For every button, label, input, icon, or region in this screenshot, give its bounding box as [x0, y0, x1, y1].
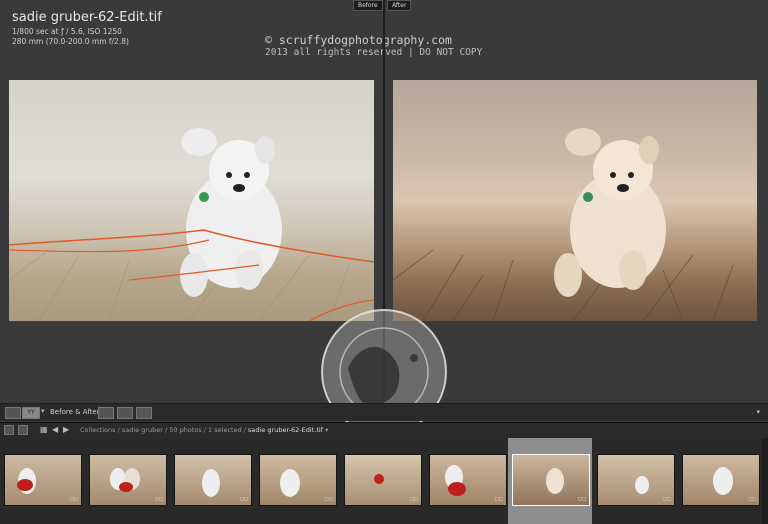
- filmstrip-thumbnail-selected[interactable]: ◻◻: [508, 438, 592, 524]
- compare-toolbar: YY ▾ Before & After : ▾: [0, 403, 768, 421]
- grid-icon[interactable]: ▦: [40, 425, 48, 434]
- filmstrip-thumbnail[interactable]: ◻◻: [678, 438, 762, 524]
- copy-before-to-after-button[interactable]: [98, 407, 114, 419]
- copy-after-to-before-button[interactable]: [117, 407, 133, 419]
- view-mode-chevron-icon[interactable]: ▾: [41, 407, 45, 415]
- toolbar-menu-chevron-icon[interactable]: ▾: [756, 408, 760, 416]
- thumbnail-badges-icon: ◻◻: [324, 496, 333, 502]
- thumbnail-badges-icon: ◻◻: [239, 496, 248, 502]
- forward-arrow-icon[interactable]: ▶: [63, 425, 69, 434]
- back-arrow-icon[interactable]: ◀: [52, 425, 58, 434]
- after-photo: [393, 80, 757, 321]
- filmstrip-header: ▦ ◀ ▶ Collections / sadie gruber / 50 ph…: [0, 422, 768, 438]
- swap-before-after-button[interactable]: [136, 407, 152, 419]
- breadcrumb-path: Collections / sadie gruber / 50 photos /…: [80, 426, 246, 434]
- before-after-view-button[interactable]: YY: [22, 407, 40, 419]
- thumbnail-badges-icon: ◻◻: [154, 496, 163, 502]
- lens-info: 280 mm (70.0-200.0 mm f/2.8): [12, 37, 129, 46]
- thumbnail-badges-icon: ◻◻: [747, 496, 756, 502]
- watermark-notice: 2013 all rights reserved | DO NOT COPY: [265, 47, 483, 58]
- thumbnail-badges-icon: ◻◻: [69, 496, 78, 502]
- filmstrip-thumbnail[interactable]: ◻◻: [425, 438, 509, 524]
- before-label: Before: [353, 0, 383, 11]
- screen-two-button[interactable]: [18, 425, 28, 435]
- exposure-info: 1/800 sec at ƒ / 5.6, ISO 1250: [12, 27, 122, 36]
- thumbnail-badges-icon: ◻◻: [577, 496, 586, 502]
- before-photo: [9, 80, 374, 321]
- filmstrip-scrollbar[interactable]: [762, 438, 768, 524]
- filmstrip: ◻◻ ◻◻ ◻◻ ◻◻ ◻◻ ◻◻ ◻◻ ◻◻ ◻◻: [0, 438, 768, 524]
- filmstrip-thumbnail[interactable]: ◻◻: [85, 438, 169, 524]
- filmstrip-thumbnail[interactable]: ◻◻: [340, 438, 424, 524]
- loupe-view-button[interactable]: [5, 407, 21, 419]
- breadcrumb[interactable]: Collections / sadie gruber / 50 photos /…: [80, 426, 328, 434]
- filmstrip-thumbnail[interactable]: ◻◻: [593, 438, 677, 524]
- thumbnail-badges-icon: ◻◻: [662, 496, 671, 502]
- filmstrip-thumbnail[interactable]: ◻◻: [170, 438, 254, 524]
- filmstrip-thumbnail[interactable]: ◻◻: [255, 438, 339, 524]
- before-after-label: Before & After :: [50, 408, 105, 416]
- filmstrip-thumbnail[interactable]: ◻◻: [0, 438, 84, 524]
- screen-one-button[interactable]: [4, 425, 14, 435]
- thumbnail-badges-icon: ◻◻: [494, 496, 503, 502]
- thumbnail-badges-icon: ◻◻: [409, 496, 418, 502]
- file-title: sadie gruber-62-Edit.tif: [12, 10, 162, 25]
- breadcrumb-current: sadie gruber-62-Edit.tif: [248, 426, 323, 434]
- after-label: After: [387, 0, 412, 11]
- watermark-copyright: © scruffydogphotography.com: [265, 33, 452, 47]
